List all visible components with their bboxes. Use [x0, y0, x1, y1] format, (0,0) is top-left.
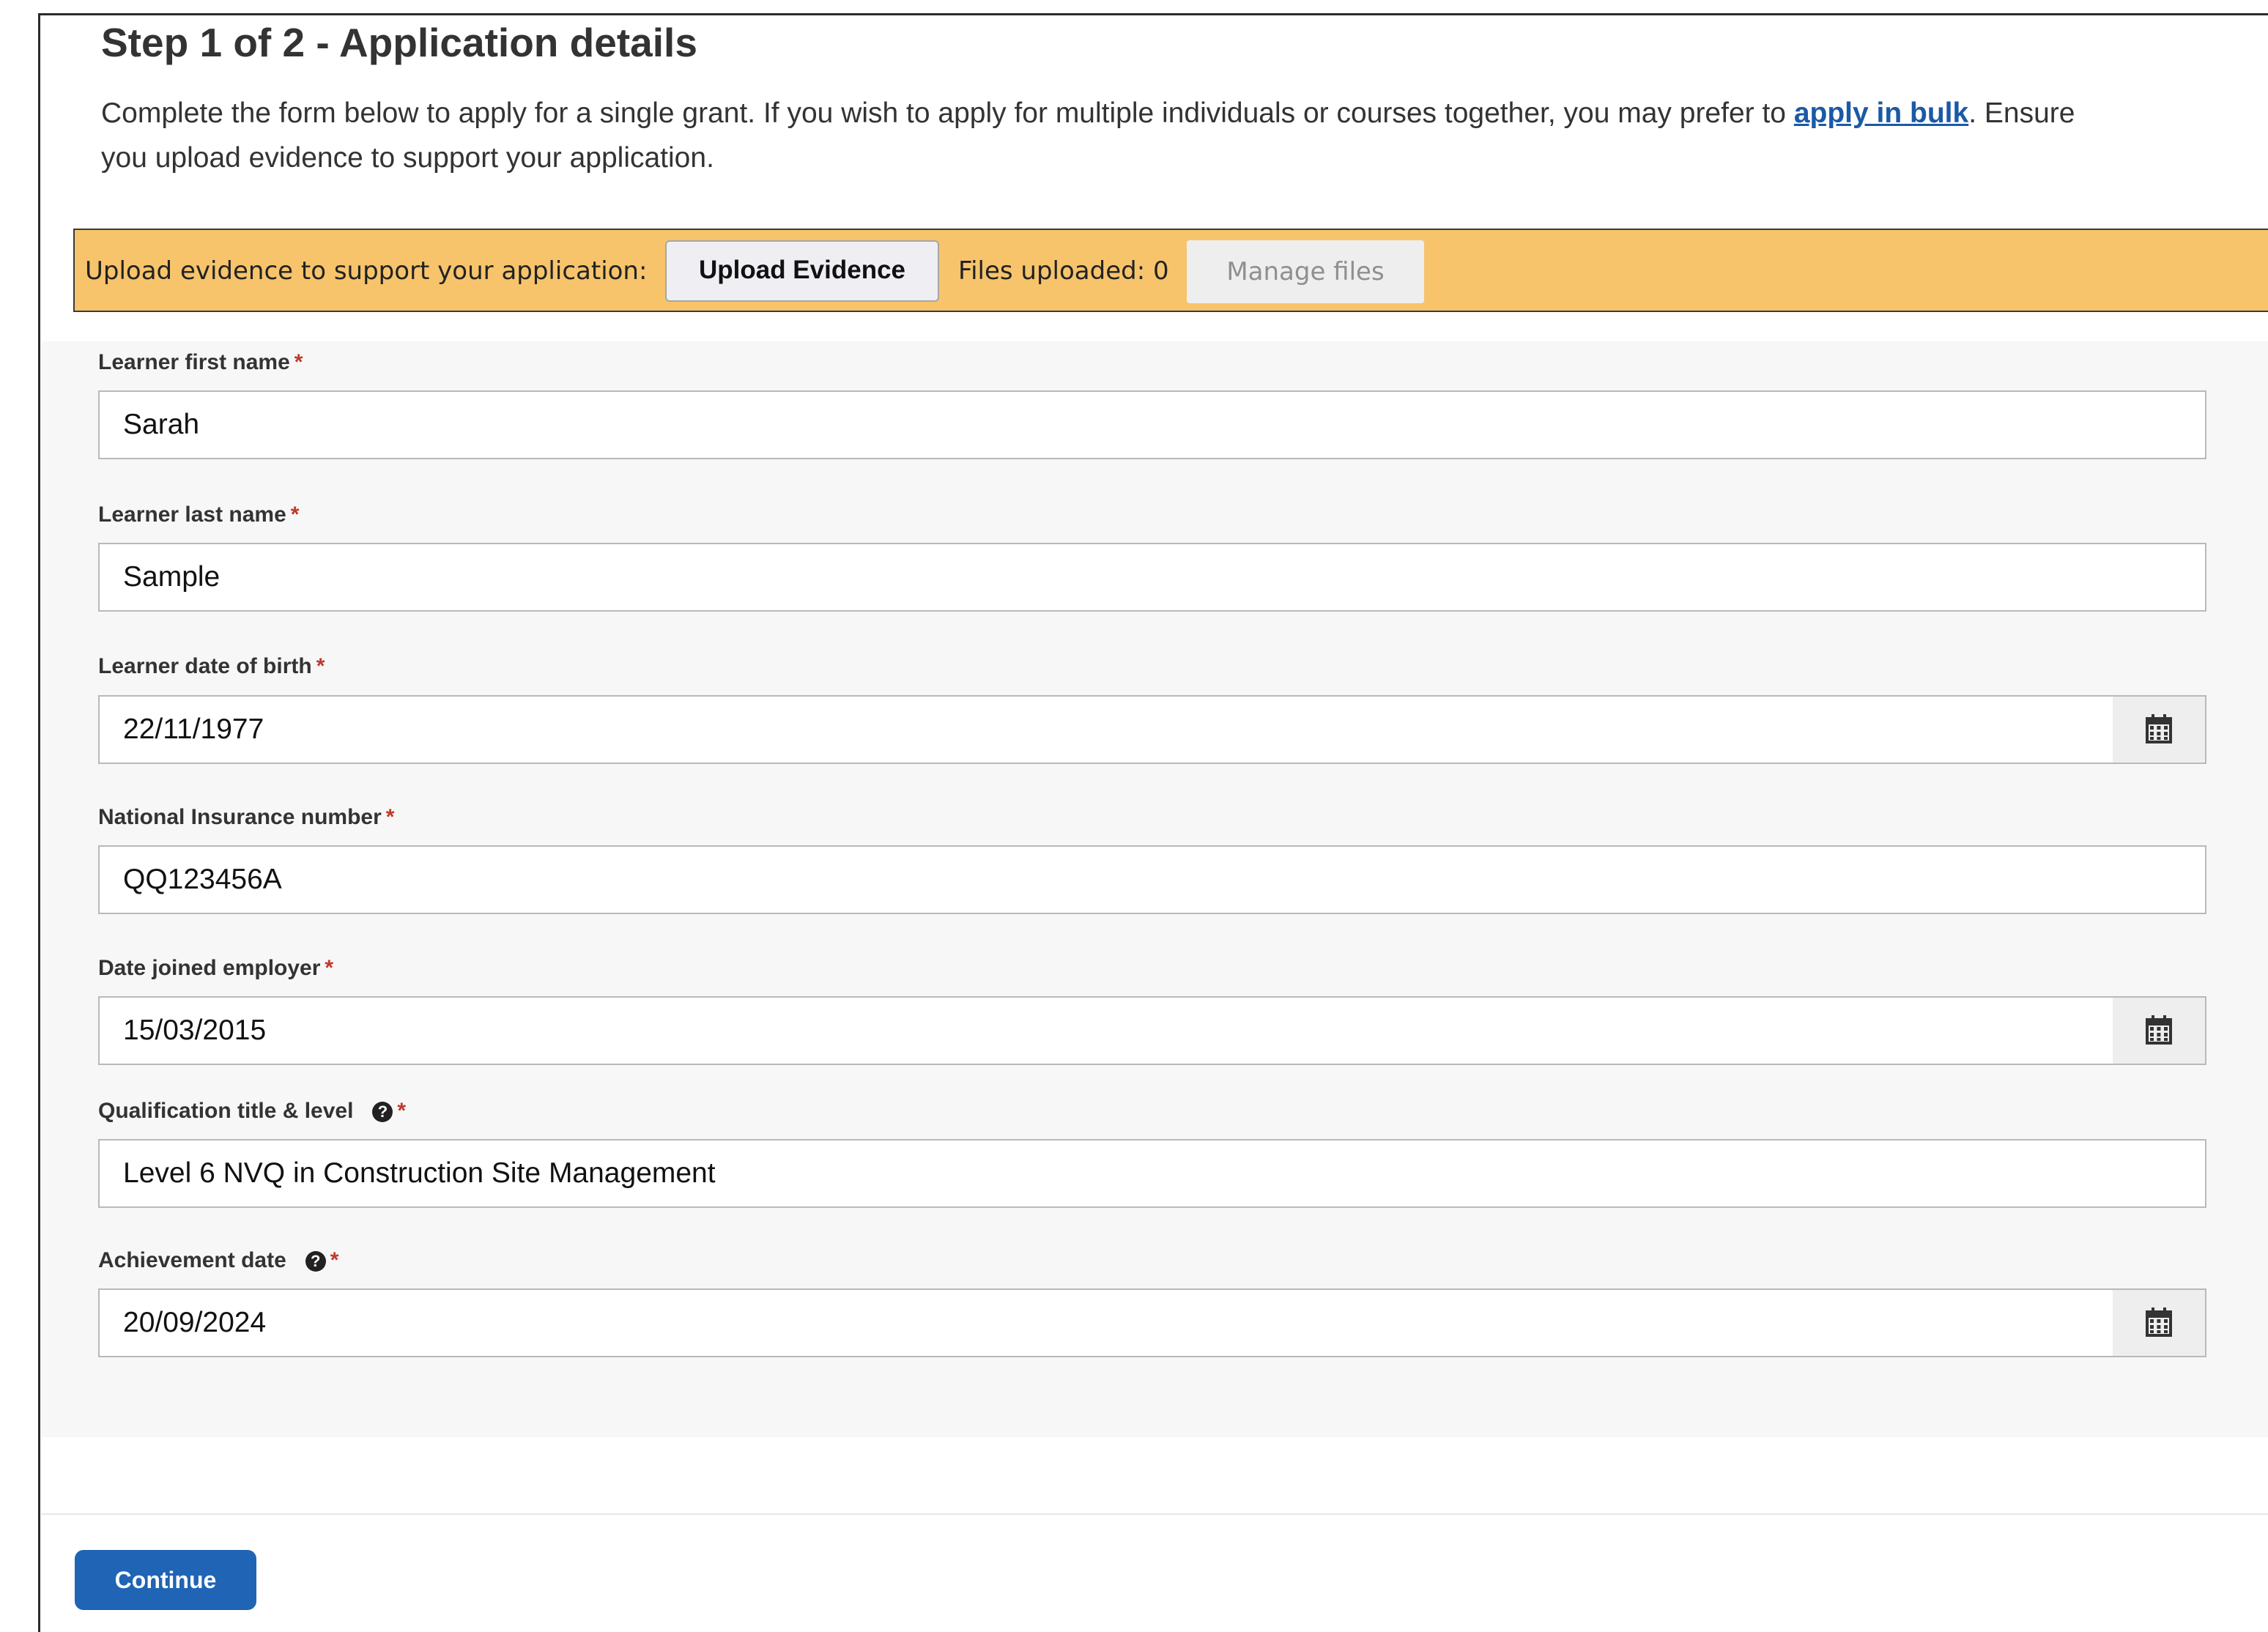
evidence-banner: Upload evidence to support your applicat…: [73, 229, 2268, 312]
last-name-label: Learner last name *: [98, 502, 299, 527]
qualification-label-text: Qualification title & level: [98, 1099, 354, 1123]
date-joined-label: Date joined employer *: [98, 956, 333, 981]
required-marker: *: [325, 956, 334, 980]
first-name-label: Learner first name *: [98, 350, 303, 375]
achievement-date-label: Achievement date? *: [98, 1248, 338, 1273]
required-marker: *: [397, 1099, 407, 1123]
achievement-date-label-text: Achievement date: [98, 1248, 286, 1272]
calendar-icon: [2146, 1308, 2172, 1337]
required-marker: *: [385, 805, 395, 829]
upload-evidence-button[interactable]: Upload Evidence: [665, 240, 939, 302]
ni-number-input[interactable]: [98, 845, 2206, 914]
date-joined-input[interactable]: [98, 996, 2114, 1065]
achievement-date-calendar-button[interactable]: [2113, 1288, 2206, 1357]
question-circle-icon[interactable]: ?: [305, 1251, 326, 1272]
date-joined-calendar-button[interactable]: [2113, 996, 2206, 1065]
files-uploaded-count: Files uploaded: 0: [958, 256, 1169, 286]
manage-files-button[interactable]: Manage files: [1187, 240, 1424, 303]
last-name-input[interactable]: [98, 543, 2206, 612]
achievement-date-input[interactable]: [98, 1288, 2114, 1357]
dob-input[interactable]: [98, 695, 2114, 764]
calendar-icon: [2146, 1015, 2172, 1045]
evidence-banner-label: Upload evidence to support your applicat…: [85, 256, 648, 286]
intro-text-part1: Complete the form below to apply for a s…: [101, 97, 1794, 129]
first-name-label-text: Learner first name: [98, 350, 290, 374]
intro-text: Complete the form below to apply for a s…: [101, 91, 2268, 180]
apply-in-bulk-link[interactable]: apply in bulk: [1794, 97, 1968, 129]
calendar-icon: [2146, 714, 2172, 743]
first-name-input[interactable]: [98, 390, 2206, 459]
required-marker: *: [316, 654, 325, 678]
dob-calendar-button[interactable]: [2113, 695, 2206, 764]
qualification-label: Qualification title & level? *: [98, 1099, 406, 1124]
dob-label: Learner date of birth *: [98, 654, 325, 679]
required-marker: *: [294, 350, 303, 374]
required-marker: *: [290, 502, 300, 527]
intro-text-part2: . Ensure: [1968, 97, 2075, 129]
required-marker: *: [330, 1248, 339, 1272]
page-title: Step 1 of 2 - Application details: [101, 20, 697, 65]
intro-text-line2: you upload evidence to support your appl…: [101, 142, 714, 174]
qualification-input[interactable]: [98, 1139, 2206, 1208]
dob-label-text: Learner date of birth: [98, 654, 312, 678]
divider: [41, 1513, 2268, 1515]
last-name-label-text: Learner last name: [98, 502, 286, 527]
question-circle-icon[interactable]: ?: [372, 1102, 393, 1122]
ni-number-label: National Insurance number *: [98, 805, 394, 830]
date-joined-label-text: Date joined employer: [98, 956, 321, 980]
continue-button[interactable]: Continue: [75, 1550, 256, 1610]
ni-number-label-text: National Insurance number: [98, 805, 382, 829]
